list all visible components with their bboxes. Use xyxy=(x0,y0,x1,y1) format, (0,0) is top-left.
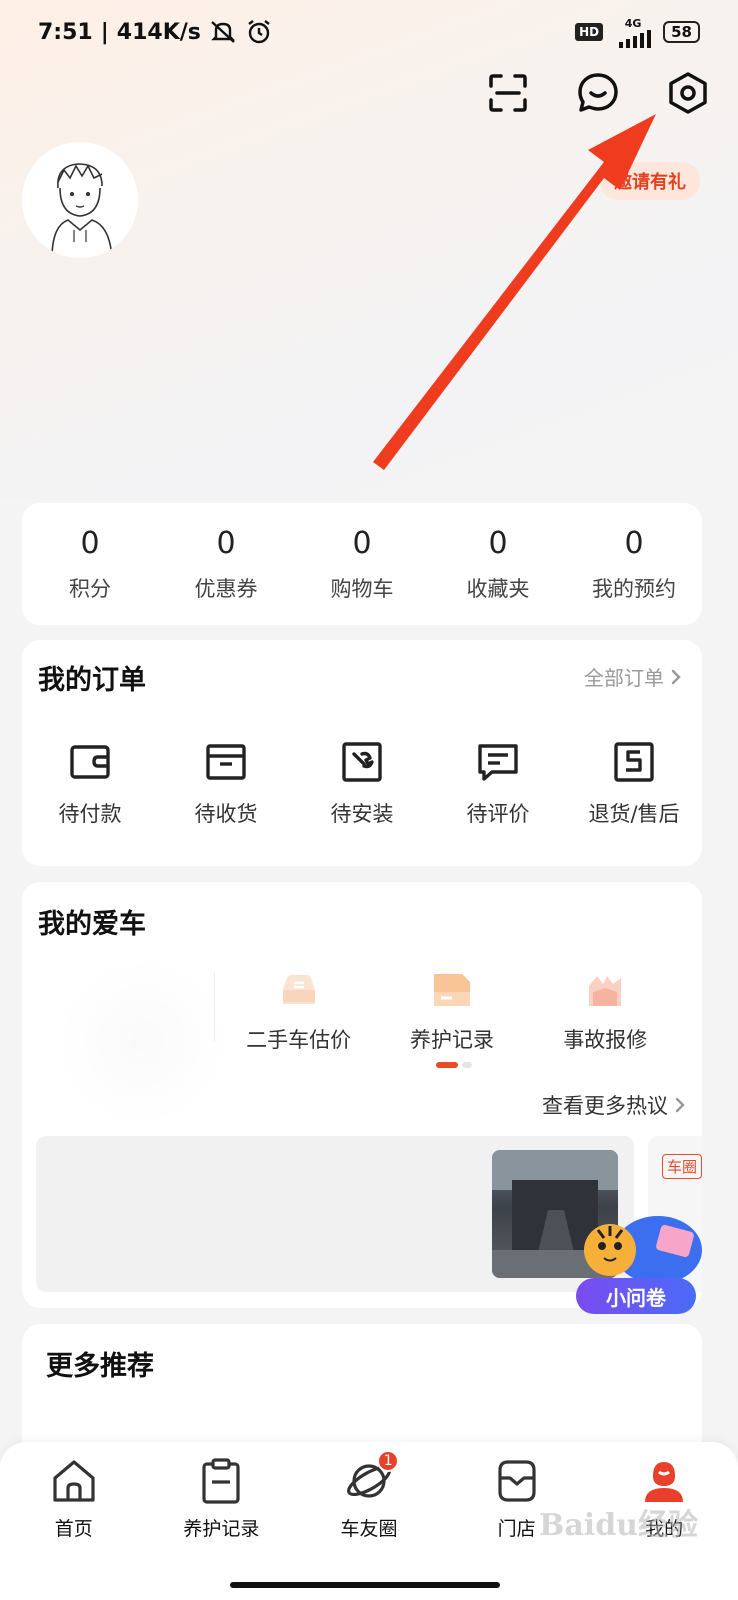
network-type: 4G xyxy=(624,16,642,30)
my-car-title: 我的爱车 xyxy=(38,909,146,940)
comment-icon xyxy=(478,744,518,781)
header-actions xyxy=(478,68,718,118)
message-button[interactable] xyxy=(568,68,628,118)
home-icon xyxy=(53,1460,95,1502)
accident-icon xyxy=(589,976,622,1006)
more-hot-label: 查看更多热议 xyxy=(542,1094,668,1118)
order-label: 待评价 xyxy=(466,802,530,826)
car-value-icon xyxy=(282,975,315,1004)
order-pending-review[interactable]: 待评价 xyxy=(430,740,566,828)
status-separator: | xyxy=(100,19,109,45)
status-bar: 7:51 | 414K/s HD 4G 58 xyxy=(0,0,738,64)
order-pending-receipt[interactable]: 待收货 xyxy=(158,740,294,828)
stats-card: 0 积分 0 优惠券 0 购物车 0 收藏夹 0 我的预约 xyxy=(22,503,702,625)
wallet-icon xyxy=(70,745,110,779)
stat-value: 0 xyxy=(488,525,508,561)
order-return-aftersale[interactable]: 退货/售后 xyxy=(566,740,702,828)
status-time: 7:51 xyxy=(38,19,93,45)
stat-value: 0 xyxy=(624,525,644,561)
stat-points[interactable]: 0 积分 xyxy=(22,503,158,625)
status-net-speed: 414K/s xyxy=(116,19,201,45)
car-tool-valuation[interactable]: 二手车估价 xyxy=(222,970,375,1054)
order-label: 待收货 xyxy=(194,802,258,826)
chevron-right-icon xyxy=(675,1097,685,1113)
stat-reservations[interactable]: 0 我的预约 xyxy=(566,503,702,625)
scan-button[interactable] xyxy=(478,68,538,118)
hd-badge: HD xyxy=(575,23,604,41)
recommend-title: 更多推荐 xyxy=(46,1351,154,1382)
all-orders-link[interactable]: 全部订单 xyxy=(584,662,682,691)
clipboard-icon xyxy=(202,1458,240,1504)
orders-title: 我的订单 xyxy=(38,665,146,696)
orders-card: 我的订单 全部订单 待付款 待收货 待安装 待评价 退货/售后 xyxy=(22,640,702,866)
alarm-icon xyxy=(248,20,270,44)
gear-icon xyxy=(669,72,707,114)
stat-cart[interactable]: 0 购物车 xyxy=(294,503,430,625)
maintenance-icon xyxy=(433,974,470,1006)
avatar[interactable] xyxy=(22,142,138,258)
order-label: 待付款 xyxy=(58,802,122,826)
message-icon xyxy=(578,73,618,112)
all-orders-label: 全部订单 xyxy=(584,666,664,690)
car-tool-accident[interactable]: 事故报修 xyxy=(529,970,682,1054)
signal-icon xyxy=(619,29,652,48)
scan-icon xyxy=(489,74,527,112)
order-label: 退货/售后 xyxy=(588,802,680,826)
avatar-illustration xyxy=(51,163,113,258)
tiger-mascot-icon xyxy=(584,1216,702,1284)
carousel-dot-active xyxy=(436,1062,458,1068)
divider xyxy=(214,972,215,1042)
tab-label: 首页 xyxy=(54,1518,93,1540)
wrench-icon xyxy=(342,742,382,782)
car-tool-label: 养护记录 xyxy=(409,1028,494,1052)
stat-value: 0 xyxy=(216,525,236,561)
profile-icon xyxy=(645,1462,684,1502)
feed-tag: 车圈 xyxy=(662,1154,703,1179)
notification-badge: 1 xyxy=(377,1450,400,1472)
car-tools-row: 二手车估价 养护记录 事故报修 xyxy=(222,970,682,1054)
stat-label: 积分 xyxy=(69,576,111,601)
stat-label: 购物车 xyxy=(330,576,394,601)
store-icon xyxy=(497,1460,536,1502)
carousel-dot xyxy=(462,1062,472,1068)
order-status-row: 待付款 待收货 待安装 待评价 退货/售后 xyxy=(22,740,702,828)
settings-button[interactable] xyxy=(658,68,718,118)
survey-float-button[interactable]: 小问卷 xyxy=(568,1200,708,1320)
order-pending-install[interactable]: 待安装 xyxy=(294,740,430,828)
stat-coupons[interactable]: 0 优惠券 xyxy=(158,503,294,625)
battery-indicator: 58 xyxy=(663,21,700,43)
stat-value: 0 xyxy=(80,525,100,561)
mute-icon xyxy=(210,21,235,43)
feed-card[interactable] xyxy=(36,1136,634,1292)
tab-maintenance[interactable]: 养护记录 xyxy=(148,1456,296,1541)
invite-promo-button[interactable]: 邀请有礼 xyxy=(600,162,700,200)
box-icon xyxy=(206,744,246,780)
stat-value: 0 xyxy=(352,525,372,561)
stat-label: 优惠券 xyxy=(194,576,258,601)
tab-label: 门店 xyxy=(497,1518,536,1540)
tab-home[interactable]: 首页 xyxy=(0,1456,148,1541)
stat-label: 收藏夹 xyxy=(466,576,530,601)
chevron-right-icon xyxy=(671,669,681,684)
order-pending-payment[interactable]: 待付款 xyxy=(22,740,158,828)
tab-label: 车友圈 xyxy=(340,1518,398,1540)
tab-community[interactable]: 1 车友圈 xyxy=(295,1450,443,1541)
order-label: 待安装 xyxy=(330,802,394,826)
survey-label: 小问卷 xyxy=(576,1278,696,1314)
carousel-indicator xyxy=(436,1062,472,1068)
more-hot-link[interactable]: 查看更多热议 xyxy=(542,1090,686,1120)
car-image-placeholder[interactable] xyxy=(62,952,222,1132)
car-tool-label: 事故报修 xyxy=(563,1028,648,1052)
stat-label: 我的预约 xyxy=(592,576,676,601)
return-icon xyxy=(614,742,654,782)
stat-favorites[interactable]: 0 收藏夹 xyxy=(430,503,566,625)
watermark: Baidu经验 xyxy=(539,1508,698,1543)
car-tool-label: 二手车估价 xyxy=(246,1028,352,1052)
tab-label: 养护记录 xyxy=(183,1518,260,1540)
car-tool-maintenance[interactable]: 养护记录 xyxy=(375,970,528,1054)
home-indicator xyxy=(230,1582,500,1588)
